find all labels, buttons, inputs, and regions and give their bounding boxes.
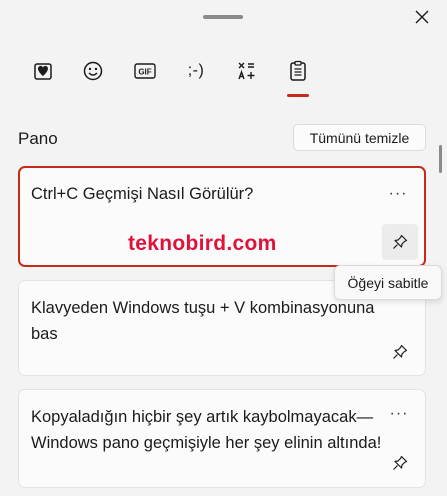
scrollbar-thumb[interactable] bbox=[439, 145, 442, 173]
pin-icon bbox=[393, 344, 408, 359]
clipboard-icon bbox=[290, 60, 306, 81]
pin-tooltip: Öğeyi sabitle bbox=[334, 265, 442, 300]
tab-clipboard[interactable] bbox=[281, 55, 315, 87]
pin-button[interactable] bbox=[382, 334, 418, 370]
symbols-icon bbox=[238, 62, 255, 80]
pin-button[interactable] bbox=[382, 224, 418, 260]
tab-symbols[interactable] bbox=[230, 55, 264, 87]
clipboard-item-text: Kopyaladığın hiçbir şey artık kaybolmaya… bbox=[31, 408, 382, 452]
active-tab-indicator bbox=[287, 94, 309, 97]
tab-gif[interactable]: GIF bbox=[128, 55, 162, 87]
pin-icon bbox=[393, 455, 408, 470]
gif-icon: GIF bbox=[134, 63, 156, 79]
close-icon bbox=[415, 10, 429, 24]
clipboard-item[interactable]: Kopyaladığın hiçbir şey artık kaybolmaya… bbox=[18, 389, 426, 488]
category-tabs: GIF ;-) bbox=[26, 55, 326, 95]
clipboard-item-text: Klavyeden Windows tuşu + V kombinasyonun… bbox=[31, 299, 375, 343]
close-button[interactable] bbox=[409, 6, 435, 28]
clear-all-button[interactable]: Tümünü temizle bbox=[293, 124, 426, 151]
more-options-button[interactable]: ··· bbox=[387, 404, 411, 424]
tab-kaomoji[interactable]: ;-) bbox=[179, 55, 213, 87]
clipboard-panel: GIF ;-) Pano Tümünü temizle Ctrl+C Geçmi… bbox=[0, 0, 447, 496]
heart-board-icon bbox=[34, 63, 52, 80]
gif-label: GIF bbox=[138, 68, 151, 77]
pin-button[interactable] bbox=[382, 445, 418, 481]
smiley-icon bbox=[83, 61, 103, 81]
more-options-button[interactable]: ··· bbox=[386, 184, 410, 204]
watermark-text: teknobird.com bbox=[128, 232, 277, 255]
tab-favorites[interactable] bbox=[26, 55, 60, 87]
pin-icon bbox=[393, 234, 408, 249]
clipboard-item-text: Ctrl+C Geçmişi Nasıl Görülür? bbox=[31, 185, 254, 203]
section-title: Pano bbox=[18, 129, 58, 148]
drag-handle[interactable] bbox=[203, 15, 243, 19]
tab-emoji[interactable] bbox=[76, 55, 110, 87]
kaomoji-label: ;-) bbox=[187, 62, 205, 79]
